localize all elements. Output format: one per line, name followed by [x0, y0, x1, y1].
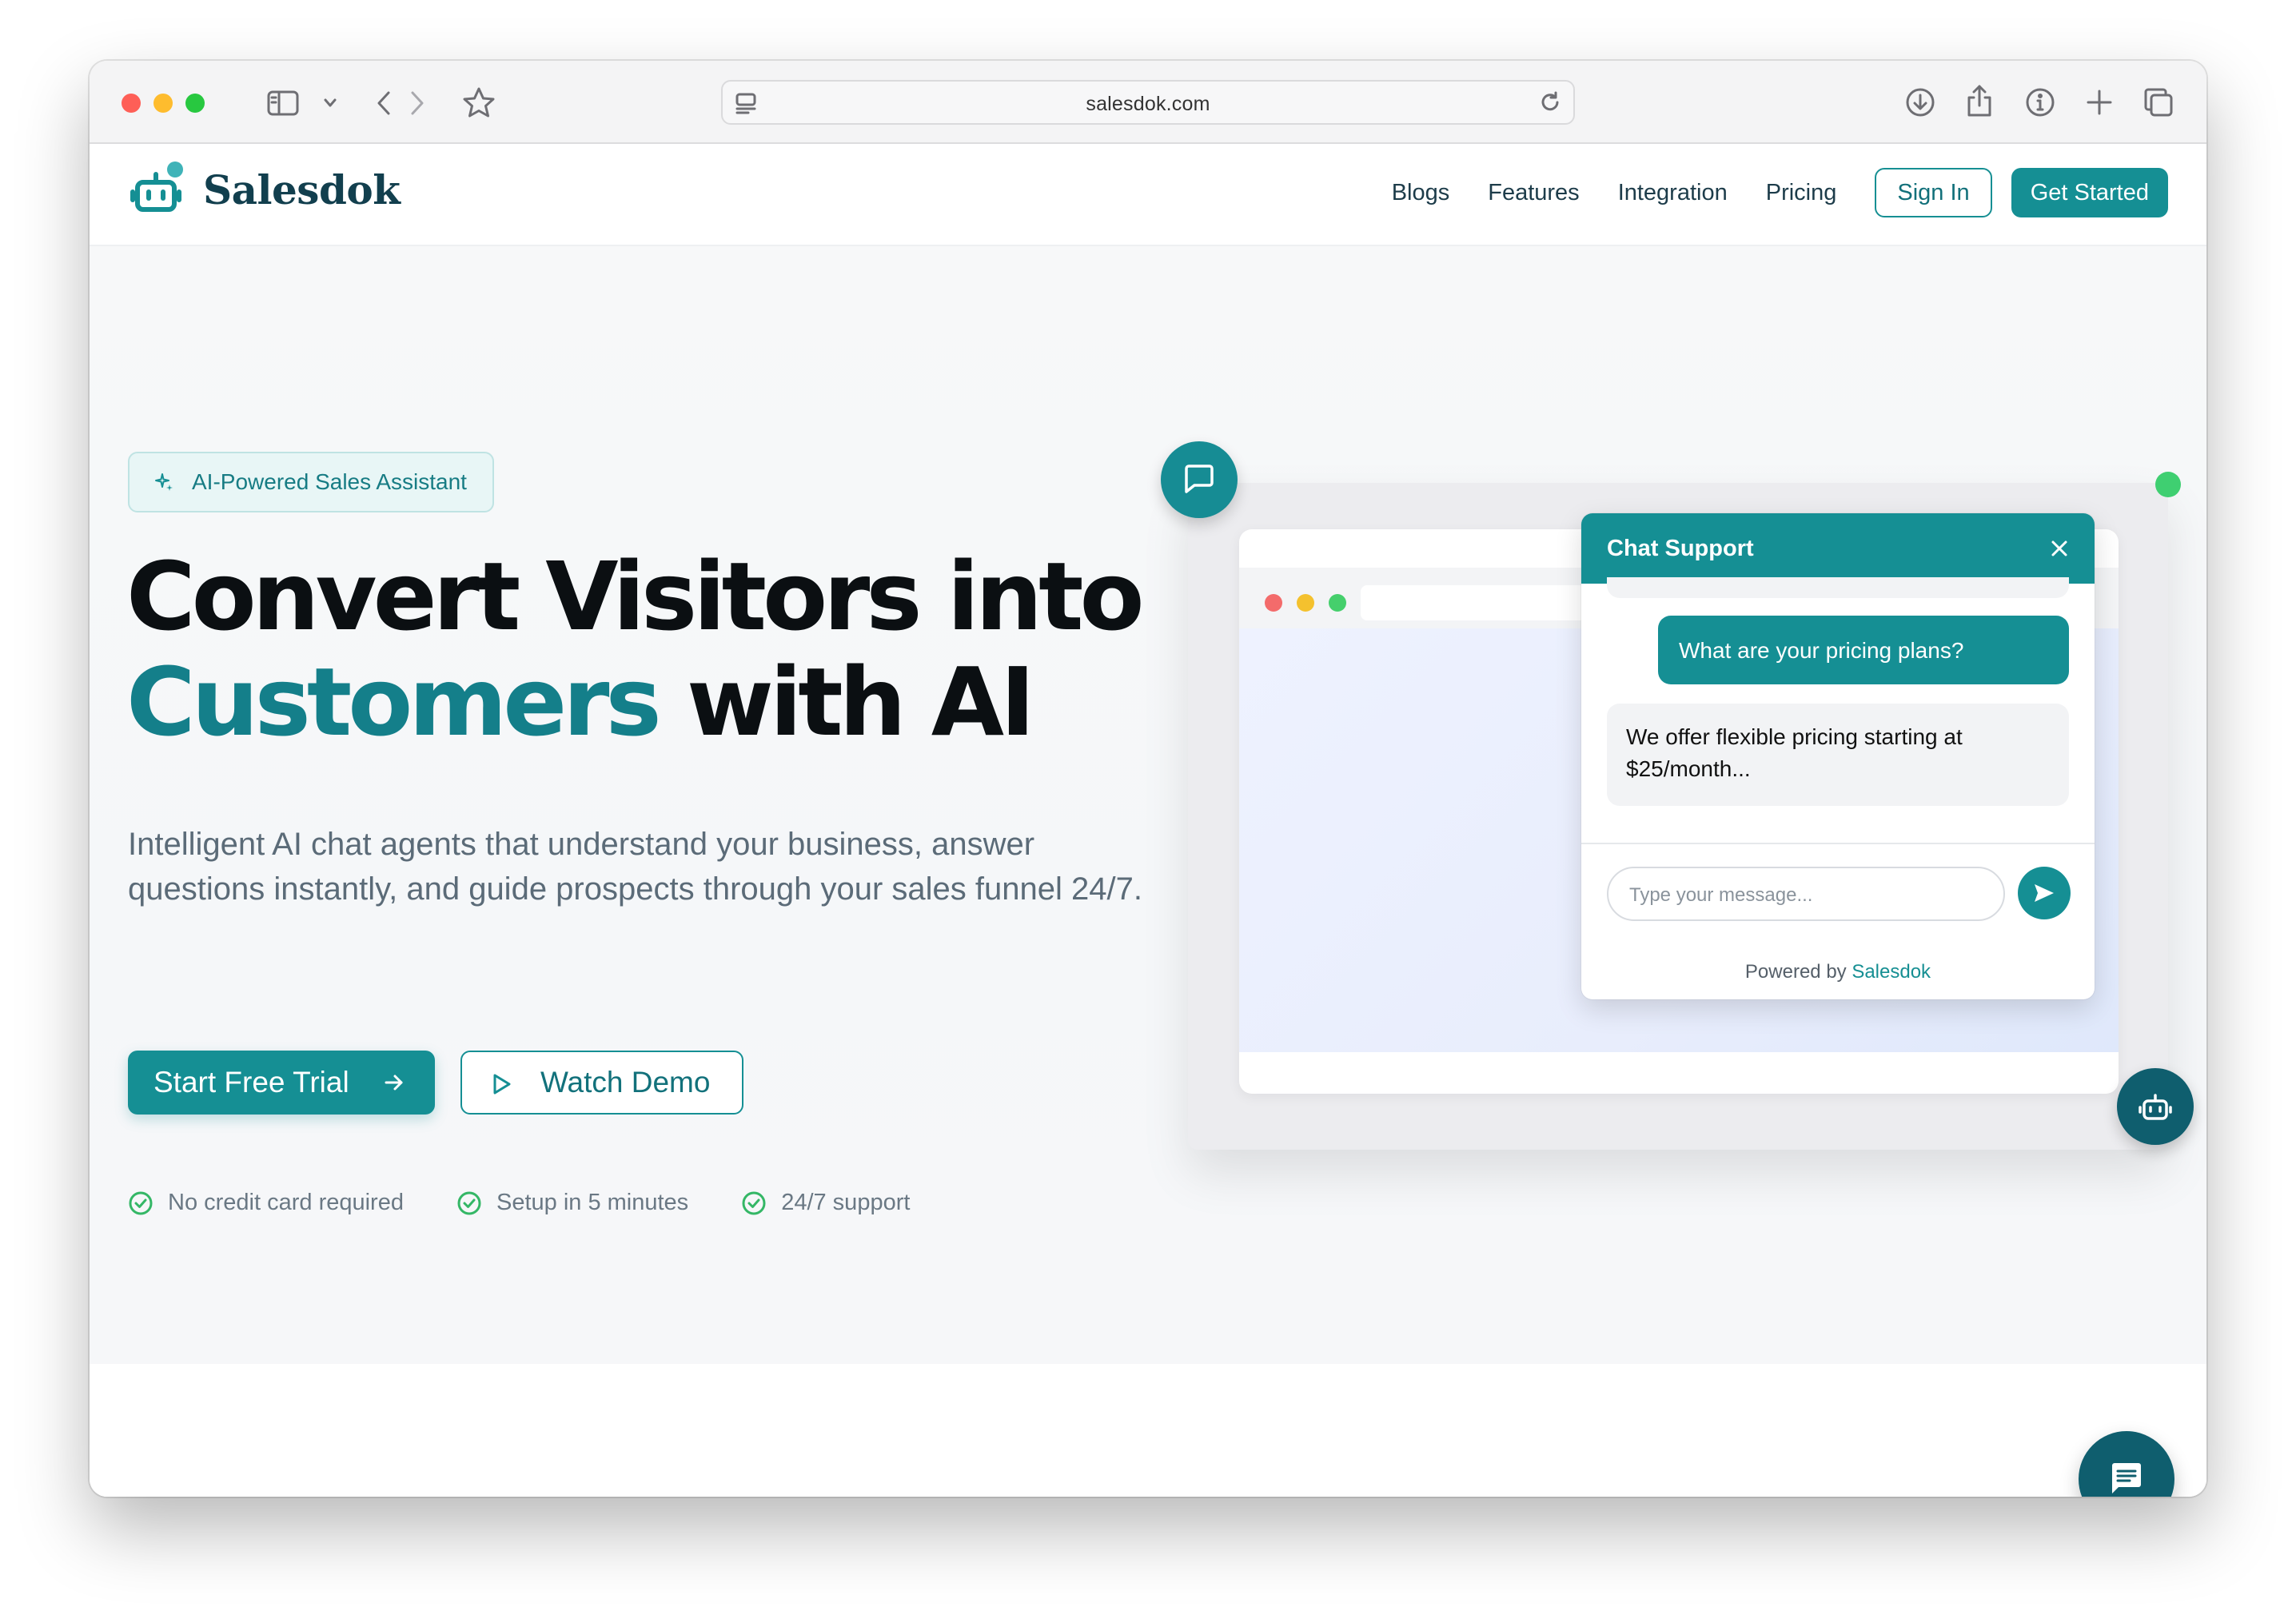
- close-icon[interactable]: [2048, 537, 2071, 560]
- back-icon[interactable]: [374, 90, 393, 117]
- bot-message: We offer flexible pricing starting at $2…: [1607, 704, 2069, 806]
- online-status-dot: [2155, 472, 2181, 497]
- forward-icon[interactable]: [408, 90, 427, 117]
- benefit-item: Setup in 5 minutes: [456, 1190, 688, 1216]
- chevron-down-icon[interactable]: [323, 98, 337, 109]
- chat-icon: [2112, 1463, 2141, 1493]
- previous-message-edge: [1607, 577, 2069, 598]
- get-started-button[interactable]: Get Started: [2011, 168, 2168, 217]
- robot-avatar-bubble: [2117, 1068, 2194, 1145]
- send-button[interactable]: [2018, 867, 2071, 919]
- headline-line-2: Customers with AI: [126, 649, 1182, 755]
- nav-link-blogs[interactable]: Blogs: [1392, 180, 1450, 206]
- chat-header: Chat Support: [1581, 513, 2095, 584]
- star-icon[interactable]: [462, 86, 496, 120]
- benefit-list: No credit card required Setup in 5 minut…: [128, 1190, 963, 1216]
- nav-links: Blogs Features Integration Pricing Sign …: [1392, 168, 2168, 217]
- benefit-item: 24/7 support: [741, 1190, 910, 1216]
- nav-link-integration[interactable]: Integration: [1618, 180, 1728, 206]
- browser-toolbar: salesdok.com: [90, 61, 2206, 144]
- feature-badge: AI-Powered Sales Assistant: [128, 452, 494, 512]
- powered-brand[interactable]: Salesdok: [1852, 961, 1931, 983]
- mock-dot-yellow: [1297, 594, 1314, 612]
- benefit-label: Setup in 5 minutes: [496, 1190, 689, 1215]
- message-square-icon: [1185, 465, 1214, 493]
- headline-rest: with AI: [657, 647, 1035, 757]
- headline-accent: Customers: [126, 647, 662, 757]
- benefit-label: No credit card required: [168, 1190, 404, 1215]
- tabs-overview-icon[interactable]: [2143, 86, 2174, 118]
- watch-demo-label: Watch Demo: [540, 1066, 711, 1099]
- headline-line-1: Convert Visitors into: [126, 541, 1145, 652]
- hero-description: Intelligent AI chat agents that understa…: [128, 827, 1142, 907]
- user-message: What are your pricing plans?: [1658, 616, 2069, 684]
- chat-divider: [1581, 843, 2095, 844]
- benefit-item: No credit card required: [128, 1190, 404, 1216]
- watch-demo-button[interactable]: Watch Demo: [460, 1051, 743, 1115]
- sparkle-icon: [155, 473, 173, 491]
- url-text[interactable]: salesdok.com: [723, 93, 1573, 116]
- check-circle-icon: [742, 1191, 766, 1214]
- robot-logo-icon: [130, 162, 183, 212]
- robot-icon: [2139, 1094, 2172, 1120]
- send-icon: [2035, 884, 2054, 902]
- start-free-trial-button[interactable]: Start Free Trial: [128, 1051, 435, 1115]
- download-icon[interactable]: [1904, 86, 1936, 118]
- badge-label: AI-Powered Sales Assistant: [192, 469, 467, 494]
- minimize-window-button[interactable]: [153, 94, 173, 113]
- sign-in-button[interactable]: Sign In: [1875, 168, 1992, 217]
- nav-link-features[interactable]: Features: [1488, 180, 1579, 206]
- top-navigation: Salesdok Blogs Features Integration Pric…: [90, 144, 2206, 246]
- arrow-right-icon: [385, 1075, 403, 1091]
- nav-link-pricing[interactable]: Pricing: [1766, 180, 1837, 206]
- check-circle-icon: [129, 1191, 153, 1214]
- browser-window: salesdok.com Salesdok Blogs Features Int…: [90, 61, 2206, 1497]
- powered-prefix: Powered by: [1744, 961, 1852, 983]
- chat-message-input[interactable]: Type your message...: [1607, 867, 2005, 921]
- address-bar[interactable]: salesdok.com: [721, 80, 1575, 125]
- close-window-button[interactable]: [122, 94, 141, 113]
- mock-dot-green: [1329, 594, 1346, 612]
- start-free-trial-label: Start Free Trial: [153, 1066, 349, 1099]
- brand-logo[interactable]: Salesdok: [130, 162, 401, 217]
- powered-by-text: Powered by Salesdok: [1581, 961, 2095, 983]
- chat-support-widget: Chat Support What are your pricing plans…: [1581, 513, 2095, 999]
- play-icon: [493, 1074, 511, 1095]
- new-tab-icon[interactable]: [2085, 88, 2114, 117]
- next-section: [90, 1364, 2206, 1497]
- reload-icon[interactable]: [1538, 91, 1562, 115]
- hero-headline: Convert Visitors into Customers with AI: [126, 544, 1182, 755]
- sidebar-icon[interactable]: [267, 90, 299, 117]
- web-page: Salesdok Blogs Features Integration Pric…: [90, 144, 2206, 1497]
- mock-url-box: [1361, 585, 1600, 620]
- mock-dot-red: [1265, 594, 1282, 612]
- info-icon[interactable]: [2024, 86, 2056, 118]
- brand-name: Salesdok: [203, 165, 401, 213]
- benefit-label: 24/7 support: [781, 1190, 911, 1215]
- share-icon[interactable]: [1965, 83, 1994, 118]
- chat-title: Chat Support: [1607, 536, 1754, 561]
- floating-chat-bubble: [1161, 441, 1238, 518]
- hero-section: AI-Powered Sales Assistant Convert Visit…: [90, 246, 2206, 1364]
- check-circle-icon: [457, 1191, 481, 1214]
- zoom-window-button[interactable]: [185, 94, 205, 113]
